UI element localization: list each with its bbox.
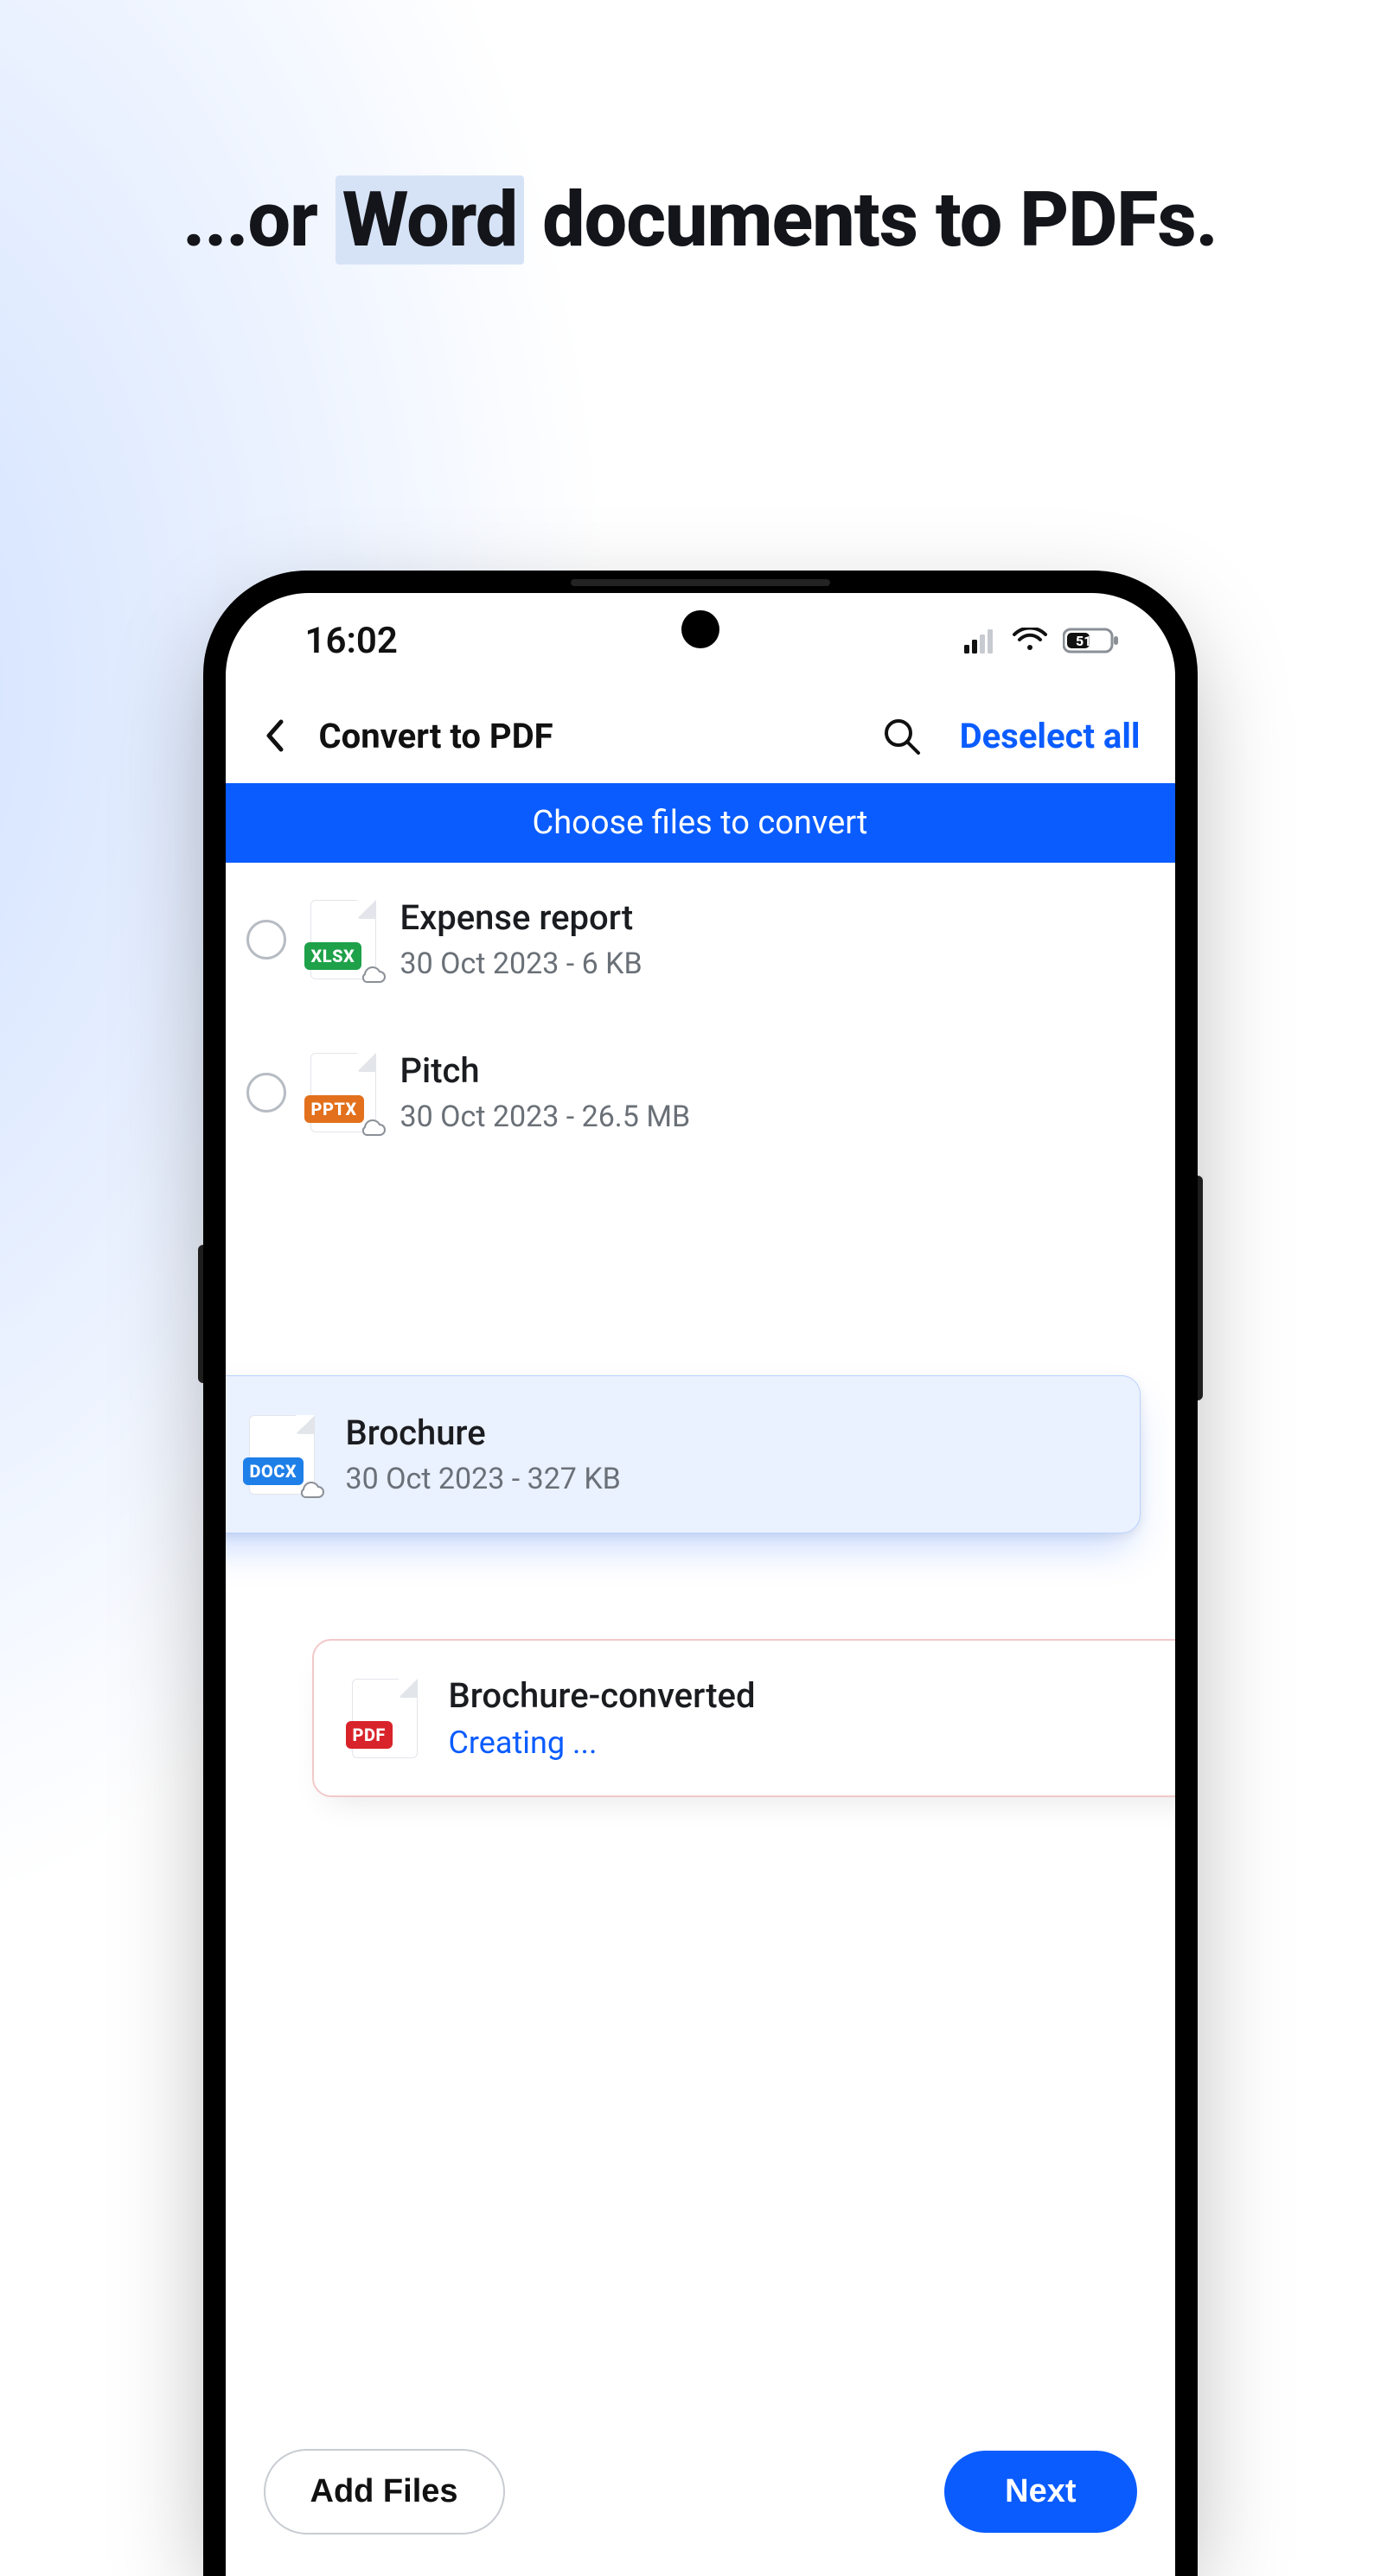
status-time: 16:02 — [305, 620, 398, 662]
file-type-icon: DOCX — [249, 1415, 315, 1495]
more-options-button[interactable] — [1173, 1704, 1175, 1733]
file-badge: PDF — [346, 1721, 393, 1749]
back-button[interactable] — [255, 710, 295, 762]
chevron-left-icon — [264, 718, 286, 753]
file-checkbox[interactable] — [246, 1073, 286, 1113]
file-checkbox[interactable] — [246, 920, 286, 960]
phone-earpiece — [571, 579, 830, 586]
next-button[interactable]: Next — [944, 2451, 1136, 2533]
svg-text:51: 51 — [1076, 633, 1091, 649]
file-meta: Pitch 30 Oct 2023 - 26.5 MB — [400, 1050, 691, 1134]
marketing-headline: ...or Word documents to PDFs. — [0, 173, 1400, 268]
app-header: Convert to PDF Deselect all — [226, 688, 1175, 783]
file-subtitle: 30 Oct 2023 - 6 KB — [400, 947, 642, 981]
converted-file-card[interactable]: PDF Brochure-converted Creating ... — [312, 1639, 1175, 1797]
file-row[interactable]: PPTX Pitch 30 Oct 2023 - 26.5 MB — [226, 1016, 1175, 1169]
file-row-selected[interactable]: DOCX Brochure 30 Oct 2023 - 327 KB — [226, 1375, 1141, 1533]
search-icon — [880, 715, 922, 756]
instruction-banner: Choose files to convert — [226, 783, 1175, 863]
phone-screen: 16:02 51 — [226, 593, 1175, 2576]
file-badge: DOCX — [243, 1457, 304, 1485]
file-name: Brochure — [346, 1412, 621, 1453]
phone-camera — [681, 610, 719, 648]
file-row[interactable]: XLSX Expense report 30 Oct 2023 - 6 KB — [226, 863, 1175, 1016]
file-type-icon: PDF — [352, 1679, 418, 1758]
battery-icon: 51 — [1063, 627, 1120, 654]
status-icons: 51 — [964, 627, 1120, 654]
file-type-icon: XLSX — [310, 900, 376, 979]
file-subtitle: 30 Oct 2023 - 26.5 MB — [400, 1100, 691, 1134]
file-status: Creating ... — [449, 1725, 756, 1761]
spacer — [226, 1169, 1175, 1402]
deselect-all-button[interactable]: Deselect all — [955, 707, 1146, 765]
headline-post: documents to PDFs. — [524, 175, 1218, 265]
cloud-icon — [358, 965, 387, 985]
headline-pre: ...or — [182, 175, 336, 265]
file-badge: XLSX — [304, 942, 362, 970]
file-name: Expense report — [400, 897, 642, 938]
cloud-icon — [358, 1118, 387, 1138]
file-meta: Brochure 30 Oct 2023 - 327 KB — [346, 1412, 621, 1496]
file-subtitle: 30 Oct 2023 - 327 KB — [346, 1462, 621, 1496]
signal-icon — [964, 628, 997, 654]
phone-mockup: 16:02 51 — [203, 571, 1198, 2576]
screen-title: Convert to PDF — [319, 716, 553, 756]
file-type-icon: PPTX — [310, 1053, 376, 1132]
bottom-action-bar: Add Files Next — [226, 2420, 1175, 2576]
file-name: Pitch — [400, 1050, 691, 1091]
search-button[interactable] — [872, 706, 930, 765]
file-badge: PPTX — [304, 1095, 364, 1123]
cloud-icon — [297, 1480, 326, 1501]
add-files-button[interactable]: Add Files — [264, 2449, 505, 2535]
wifi-icon — [1013, 628, 1047, 654]
file-name: Brochure-converted — [449, 1675, 756, 1716]
headline-highlight: Word — [336, 175, 524, 265]
file-meta: Brochure-converted Creating ... — [449, 1675, 756, 1761]
file-meta: Expense report 30 Oct 2023 - 6 KB — [400, 897, 642, 981]
